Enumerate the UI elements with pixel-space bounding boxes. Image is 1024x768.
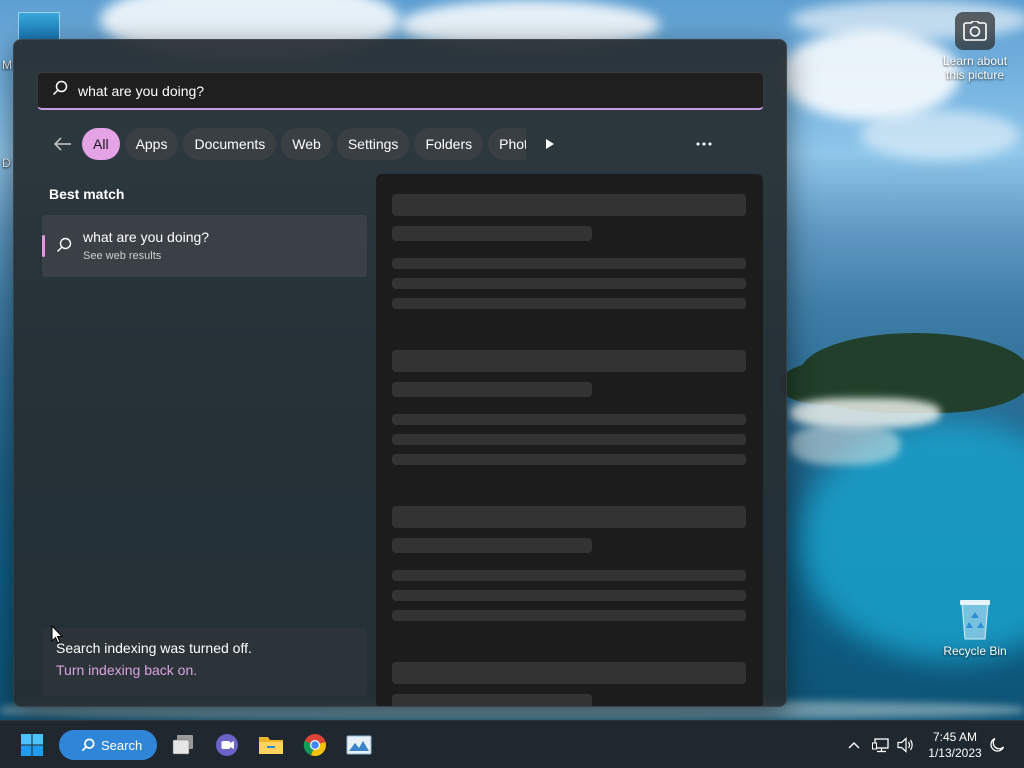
focus-assist-button[interactable] — [987, 735, 1007, 755]
filter-chip-documents[interactable]: Documents — [183, 128, 277, 160]
skeleton-subheading — [392, 538, 592, 553]
best-match-heading: Best match — [49, 186, 125, 202]
spotlight-label: Learn about this picture — [942, 54, 1008, 82]
volume-button[interactable] — [896, 735, 916, 755]
skeleton-line — [392, 298, 746, 309]
indexing-message: Search indexing was turned off. — [56, 640, 252, 656]
skeleton-subheading — [392, 382, 592, 397]
web-search-icon — [56, 237, 72, 258]
taskbar-clock[interactable]: 7:45 AM 1/13/2023 — [922, 729, 988, 761]
indexing-notice: Search indexing was turned off. Turn ind… — [42, 628, 367, 696]
filter-chip-all[interactable]: All — [82, 128, 120, 160]
skeleton-line — [392, 454, 746, 465]
best-match-subtitle: See web results — [83, 250, 162, 262]
skeleton-line — [392, 590, 746, 601]
desktop-icon-partial[interactable] — [18, 12, 60, 40]
speaker-icon — [897, 737, 913, 753]
chrome-icon — [303, 734, 326, 757]
image-viewer-icon — [346, 735, 372, 755]
folder-icon — [259, 737, 283, 754]
taskbar-search-button[interactable]: Search — [59, 730, 157, 760]
filter-chip-settings[interactable]: Settings — [336, 128, 410, 160]
photos-app-button[interactable] — [343, 729, 375, 761]
filter-chip-apps[interactable]: Apps — [124, 128, 179, 160]
filter-chip-photos[interactable]: Phot — [488, 128, 527, 160]
search-box[interactable] — [37, 72, 764, 110]
skeleton-heading — [392, 662, 746, 684]
skeleton-line — [392, 434, 746, 445]
skeleton-line — [392, 610, 746, 621]
more-options-button[interactable] — [690, 128, 718, 160]
play-arrow-icon — [546, 139, 555, 149]
recycle-bin-icon — [958, 598, 992, 640]
search-icon — [81, 738, 95, 752]
spotlight-desktop-icon[interactable]: Learn about this picture — [936, 12, 1014, 82]
task-view-icon — [172, 735, 193, 755]
task-view-button[interactable] — [167, 729, 199, 761]
scroll-filters-right-button[interactable] — [539, 128, 561, 160]
network-button[interactable] — [871, 735, 891, 755]
ellipsis-icon — [696, 142, 712, 146]
search-flyout: All Apps Documents Web Settings Folders … — [13, 39, 787, 707]
clock-date: 1/13/2023 — [928, 746, 982, 760]
file-explorer-button[interactable] — [255, 729, 287, 761]
moon-icon — [990, 737, 1005, 752]
skeleton-subheading — [392, 226, 592, 241]
skeleton-line — [392, 414, 746, 425]
show-hidden-icons-button[interactable] — [844, 735, 864, 755]
desktop-edge-label-1: M — [2, 58, 12, 72]
skeleton-heading — [392, 194, 746, 216]
turn-indexing-on-link[interactable]: Turn indexing back on. — [56, 662, 197, 678]
clock-time: 7:45 AM — [932, 730, 978, 744]
chrome-button[interactable] — [299, 729, 331, 761]
search-icon — [52, 80, 68, 101]
preview-pane-loading — [376, 174, 763, 706]
skeleton-line — [392, 278, 746, 289]
arrow-left-icon — [54, 137, 71, 151]
skeleton-heading — [392, 350, 746, 372]
filter-chip-folders[interactable]: Folders — [414, 128, 484, 160]
skeleton-heading — [392, 506, 746, 528]
chevron-up-icon — [848, 742, 860, 749]
skeleton-line — [392, 570, 746, 581]
search-input[interactable] — [78, 82, 678, 99]
recycle-bin-desktop-icon[interactable]: Recycle Bin — [936, 598, 1014, 658]
skeleton-subheading — [392, 694, 592, 706]
best-match-result[interactable]: what are you doing? See web results — [42, 215, 367, 277]
teams-chat-icon — [216, 734, 238, 756]
best-match-title: what are you doing? — [83, 229, 210, 245]
teams-chat-button[interactable] — [211, 729, 243, 761]
filter-chip-web[interactable]: Web — [281, 128, 332, 160]
camera-icon — [955, 12, 995, 50]
back-button[interactable] — [52, 128, 74, 160]
search-filter-bar: All Apps Documents Web Settings Folders … — [52, 128, 561, 160]
selection-indicator — [42, 235, 45, 257]
desktop-edge-label-2: D — [2, 156, 11, 170]
skeleton-line — [392, 258, 746, 269]
start-button[interactable] — [16, 729, 48, 761]
taskbar: Search 7:45 AM 1/13/2023 — [0, 720, 1024, 768]
network-icon — [872, 738, 889, 753]
recycle-bin-label: Recycle Bin — [943, 644, 1007, 658]
windows-logo-icon — [21, 734, 43, 756]
taskbar-search-label: Search — [101, 737, 143, 753]
